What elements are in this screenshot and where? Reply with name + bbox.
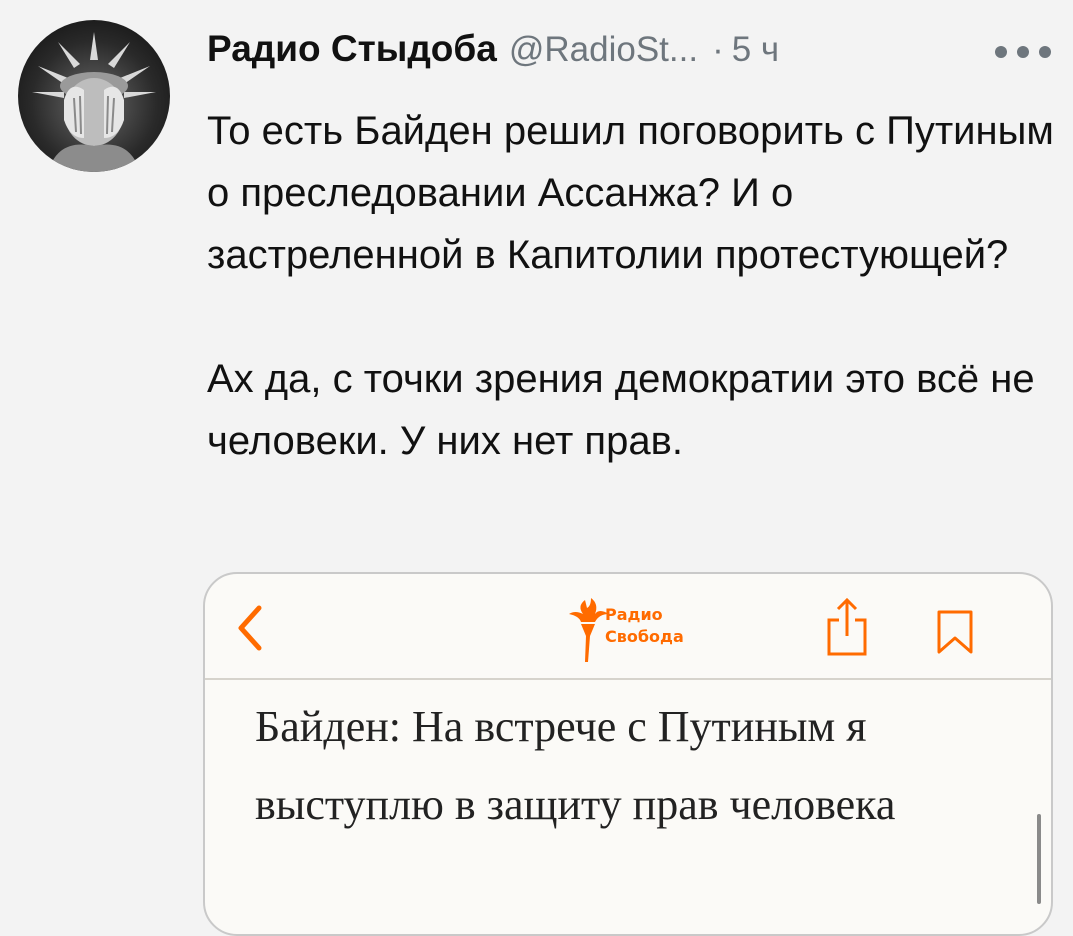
- author-name[interactable]: Радио Стыдоба: [207, 28, 497, 70]
- more-options-icon[interactable]: [995, 40, 1051, 64]
- tweet-body: То есть Байден решил поговорить с Путины…: [207, 100, 1057, 472]
- more-dot: [1039, 46, 1051, 58]
- tweet-header: Радио Стыдоба @RadioSt... · 5 ч: [207, 28, 779, 70]
- radio-svoboda-wordmark: Радио Свобода: [605, 604, 684, 648]
- more-dot: [995, 46, 1007, 58]
- more-dot: [1017, 46, 1029, 58]
- article-headline[interactable]: Байден: На встрече с Путиным я выступлю …: [255, 688, 1015, 844]
- logo-line-2: Свобода: [605, 627, 684, 646]
- avatar[interactable]: [18, 20, 170, 172]
- tweet-paragraph: Ах да, с точки зрения демократии это всё…: [207, 357, 1035, 463]
- statue-of-liberty-facepalm-image: [32, 32, 156, 172]
- separator-dot: ·: [712, 30, 724, 69]
- logo-line-1: Радио: [605, 605, 663, 624]
- share-icon[interactable]: [823, 596, 871, 658]
- attached-screenshot-card[interactable]: Радио Свобода Байден: На встрече с Путин…: [203, 572, 1053, 936]
- author-handle[interactable]: @RadioSt...: [509, 30, 698, 70]
- article-app-toolbar: Радио Свобода: [205, 574, 1051, 680]
- tweet-timestamp[interactable]: 5 ч: [732, 30, 779, 70]
- tweet-paragraph: То есть Байден решил поговорить с Путины…: [207, 109, 1054, 277]
- scrollbar[interactable]: [1037, 814, 1041, 904]
- bookmark-icon[interactable]: [933, 608, 977, 656]
- chevron-left-icon[interactable]: [231, 602, 271, 654]
